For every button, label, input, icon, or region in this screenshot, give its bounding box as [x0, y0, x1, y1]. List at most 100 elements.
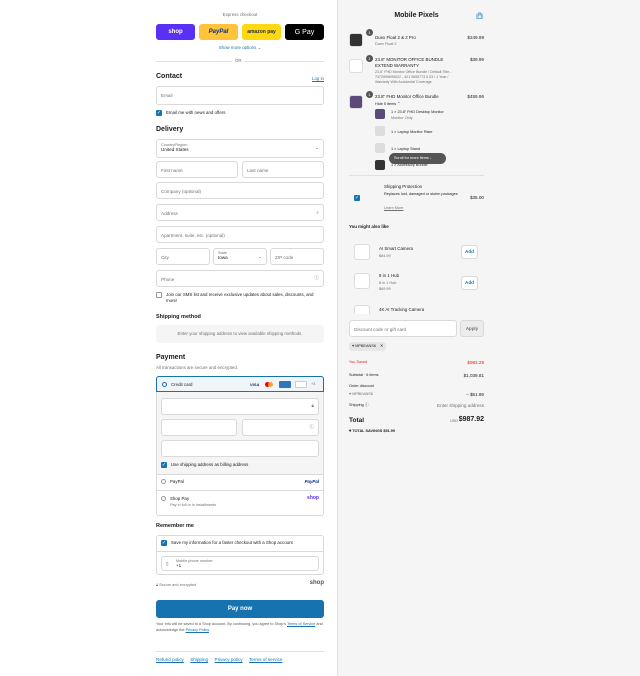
- sms-checkbox[interactable]: [156, 292, 162, 298]
- card-number-input[interactable]: 🔒︎: [161, 398, 319, 415]
- quantity-badge: 1: [366, 91, 373, 98]
- credit-card-option[interactable]: Credit card VISA +3: [156, 376, 324, 392]
- country-value: United States: [161, 147, 189, 152]
- order-discount-value: – $51.99: [466, 392, 484, 397]
- address-input[interactable]: Address ⌕: [156, 204, 324, 221]
- discount-tag: ⌖ MPBEANS6 ✕: [349, 342, 387, 351]
- upsell-thumbnail: [354, 244, 370, 260]
- discount-tag-code: MPBEANS6: [355, 344, 376, 348]
- upsell-add-button[interactable]: Add: [461, 245, 478, 259]
- shipping-label-text: Shipping: [349, 403, 364, 407]
- mobile-phone-input[interactable]: ▯ Mobile phone number +1: [161, 556, 319, 571]
- help-icon[interactable]: ⓘ: [309, 424, 314, 430]
- phone-input[interactable]: Phone ⓘ: [156, 270, 324, 287]
- order-discount-code: ⌖ MPBEANS6: [349, 392, 373, 396]
- radio-icon: [161, 496, 166, 501]
- help-icon[interactable]: ⓘ: [365, 403, 369, 407]
- apartment-input[interactable]: Apartment, suite, etc. (optional): [156, 226, 324, 243]
- footer-shipping-link[interactable]: Shipping: [190, 657, 208, 662]
- hide-items-toggle[interactable]: Hide 5 items ⌃: [375, 101, 400, 106]
- subtotal-value: $1,039.81: [463, 373, 484, 378]
- tag-icon: ⌖: [352, 344, 355, 348]
- footer-privacy-link[interactable]: Privacy policy: [215, 657, 243, 662]
- shop-pay-option-label: Shop Pay: [170, 496, 190, 501]
- upsell-title: AI Smart Camera: [379, 246, 413, 251]
- shipping-method-placeholder: Enter your shipping address to view avai…: [156, 325, 324, 343]
- news-checkbox[interactable]: ✓: [156, 110, 162, 116]
- email-input[interactable]: Email: [156, 86, 324, 105]
- mastercard-icon: [265, 382, 273, 387]
- shipping-label: Shipping ⓘ: [349, 403, 369, 408]
- show-more-options-link[interactable]: Show more options ⌄: [156, 45, 324, 51]
- company-input[interactable]: Company (optional): [156, 182, 324, 199]
- shop-pay-label: shop: [168, 29, 183, 35]
- product-thumbnail: [349, 95, 363, 109]
- scroll-hint-pill[interactable]: Scroll for more items ↓: [389, 153, 446, 164]
- you-saved-label: You Saved: [349, 360, 368, 364]
- close-icon[interactable]: ✕: [380, 344, 383, 348]
- payment-subtitle: All transactions are secure and encrypte…: [156, 365, 239, 370]
- city-input[interactable]: City: [156, 248, 210, 265]
- credit-card-label: Credit card: [171, 382, 193, 387]
- item-variant: 23.8" FHD Monitor Office Bundle / Defaul…: [375, 70, 452, 84]
- lock-icon: 🔒︎: [156, 583, 159, 587]
- order-discount-label: Order discount: [349, 384, 374, 388]
- google-pay-button[interactable]: G Pay: [285, 24, 324, 40]
- total-savings-label: TOTAL SAVINGS: [352, 429, 383, 433]
- legal-text-1: Your info will be saved to a Shop accoun…: [156, 622, 286, 626]
- bundle-item-sub: Monitor Only: [391, 116, 413, 120]
- save-info-checkbox[interactable]: ✓: [161, 540, 167, 546]
- item-price: $249.99: [467, 35, 484, 40]
- product-thumbnail: [349, 33, 363, 47]
- more-cards-count: +3: [311, 382, 316, 386]
- security-code-input[interactable]: ⓘ: [242, 419, 319, 436]
- help-icon[interactable]: ⓘ: [314, 275, 319, 281]
- amex-icon: [279, 381, 291, 388]
- learn-more-link[interactable]: Learn More: [384, 206, 403, 210]
- radio-icon: [161, 479, 166, 484]
- paypal-button[interactable]: PayPal: [199, 24, 238, 40]
- summary-content: Mobile Pixels 👜︎ 1 Duex Float 2 & 2 Pro …: [349, 0, 484, 676]
- or-divider-label: OR: [232, 58, 245, 63]
- upsell-add-button[interactable]: Add: [461, 276, 478, 290]
- cart-bag-icon[interactable]: 👜︎: [475, 12, 484, 20]
- expiration-input[interactable]: [161, 419, 237, 436]
- shop-pay-option[interactable]: Shop Pay Pay in full or in installments …: [156, 490, 324, 514]
- address-placeholder: Address: [161, 211, 178, 216]
- item-title: 23.8" MONITOR OFFICE BUNDLE EXTEND WARRA…: [375, 57, 444, 68]
- arrow-down-icon: ↓: [429, 156, 432, 160]
- privacy-link[interactable]: Privacy Policy: [186, 628, 209, 632]
- shop-pay-button[interactable]: shop: [156, 24, 195, 40]
- footer-refund-link[interactable]: Refund policy: [156, 657, 184, 662]
- mobile-phone-value: +1: [176, 563, 182, 568]
- zip-input[interactable]: ZIP code: [270, 248, 324, 265]
- legal-text: Your info will be saved to a Shop accoun…: [156, 622, 324, 633]
- discount-input[interactable]: Discount code or gift card: [349, 320, 457, 337]
- total-savings-value: $51.99: [383, 429, 395, 433]
- amazon-pay-button[interactable]: amazon pay: [242, 24, 281, 40]
- last-name-input[interactable]: Last name: [242, 161, 324, 178]
- search-icon: ⌕: [316, 210, 319, 215]
- total-savings: ⌖ TOTAL SAVINGS $51.99: [349, 429, 395, 433]
- pay-now-button[interactable]: Pay now: [156, 600, 324, 618]
- upsell-title: 8 in 1 Hub: [379, 273, 400, 278]
- quantity-badge: 1: [366, 55, 373, 62]
- first-name-input[interactable]: First name: [156, 161, 238, 178]
- protection-checkbox[interactable]: ✓: [354, 195, 360, 201]
- mobile-phone-icon: ▯: [166, 561, 169, 566]
- paypal-option[interactable]: PayPal PayPal: [156, 474, 324, 490]
- remember-heading: Remember me: [156, 523, 194, 529]
- state-select[interactable]: State Iowa ⌄: [213, 248, 267, 265]
- terms-link[interactable]: Terms of Service: [287, 622, 315, 626]
- apply-button[interactable]: Apply: [460, 320, 484, 337]
- name-on-card-input[interactable]: [161, 440, 319, 457]
- bundle-thumbnail: [375, 126, 385, 136]
- country-select[interactable]: Country/Region United States ⌄: [156, 139, 324, 158]
- footer-terms-link[interactable]: Terms of service: [249, 657, 282, 662]
- protection-title: Shipping Protection: [384, 184, 423, 189]
- product-thumbnail: [349, 59, 363, 73]
- billing-checkbox[interactable]: ✓: [161, 462, 167, 468]
- shop-pay-logo: shop: [307, 495, 319, 501]
- item-variant: Duex Float 2: [375, 42, 397, 46]
- login-link[interactable]: Log in: [312, 76, 324, 81]
